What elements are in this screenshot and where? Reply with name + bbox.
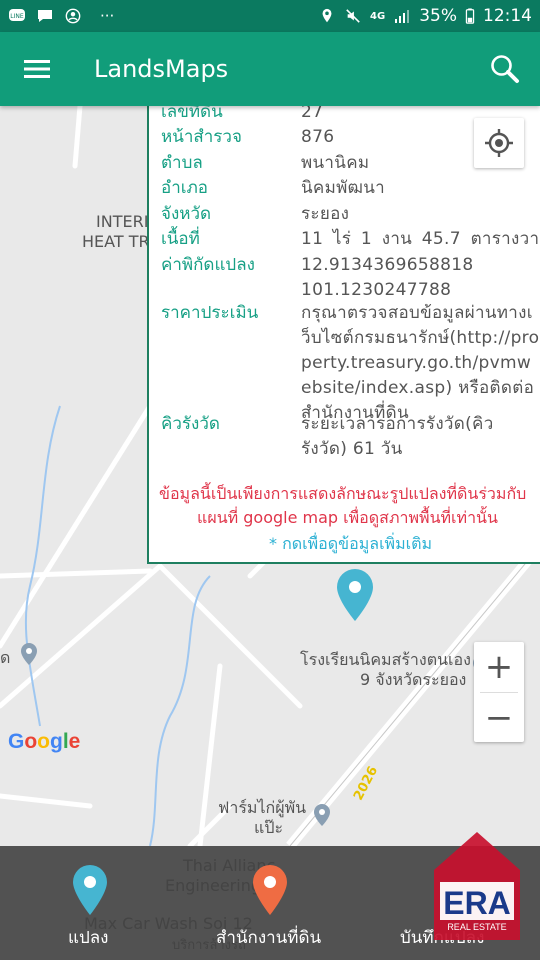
menu-button[interactable] <box>0 32 74 106</box>
nav-parcel[interactable]: แปลง <box>30 846 150 960</box>
crosshair-icon <box>485 129 513 157</box>
my-location-button[interactable] <box>474 118 524 168</box>
map-label-school-2: 9 จังหวัดระยอง <box>360 670 467 689</box>
info-row-coordinates: ค่าพิกัดแปลง 12.9134369658818 101.123024… <box>161 253 540 303</box>
info-row-province: จังหวัด ระยอง <box>161 202 540 227</box>
disclaimer-line-1: ข้อมูลนี้เป็นเพียงการแสดงลักษณะรูปแปลงที… <box>159 484 527 503</box>
map-label-heat-2: HEAT TR <box>82 232 150 251</box>
clock: 12:14 <box>483 6 532 26</box>
info-row-district: อำเภอ นิคมพัฒนา <box>161 176 540 201</box>
account-icon <box>65 8 81 24</box>
info-row-survey-queue: คิวรังวัด ระยะเวลารอการรังวัด(คิวรังวัด)… <box>161 412 540 462</box>
info-value: 12.9134369658818 101.1230247788 <box>301 255 474 300</box>
zoom-out-button[interactable]: − <box>474 693 524 743</box>
nav-label: สำนักงานที่ดิน <box>216 928 322 948</box>
map-label-school-1: โรงเรียนนิคมสร้างตนเอง <box>300 650 471 669</box>
info-value: นิคมพัฒนา <box>301 178 386 198</box>
map-view[interactable]: INTERI HEAT TR ด โรงเรียนนิคมสร้างตนเอง … <box>0 106 540 846</box>
map-poi-icon <box>21 643 37 665</box>
farm-poi-icon <box>314 804 330 826</box>
map-label-heat-1: INTERI <box>96 212 149 231</box>
orange-pin-icon <box>253 865 287 915</box>
google-logo: Google <box>8 730 81 753</box>
notification-app-icon: LINE <box>9 9 25 21</box>
svg-text:LINE: LINE <box>10 13 24 20</box>
battery-icon <box>465 8 475 24</box>
map-label-left: ด <box>0 648 11 667</box>
location-icon <box>322 8 332 23</box>
info-value: กรุณาตรวจสอบข้อมูลผ่านทางเว็บไซต์กรมธนาร… <box>301 303 540 423</box>
info-row-area: เนื้อที่ 11 ไร่ 1 งาน 45.7 ตารางวา <box>161 227 540 252</box>
info-key: เลขที่ดิน <box>161 106 223 122</box>
network-type: 4G <box>370 10 386 22</box>
map-label-farm-2: แป๊ะ <box>254 818 284 837</box>
info-key: อำเภอ <box>161 178 208 198</box>
info-value: ระยะเวลารอการรังวัด(คิวรังวัด) 61 วัน <box>301 414 494 459</box>
signal-icon <box>395 10 410 23</box>
nav-label: แปลง <box>68 928 109 948</box>
era-logo-icon: ERA REAL ESTATE <box>434 832 520 940</box>
zoom-in-button[interactable]: + <box>474 642 524 692</box>
search-button[interactable] <box>470 32 540 106</box>
info-value: ระยอง <box>301 204 350 224</box>
status-bar: LINE ··· 4G 35% 12:14 <box>0 0 540 32</box>
app-title: LandsMaps <box>94 55 229 83</box>
menu-icon <box>24 60 50 78</box>
info-key: คิวรังวัด <box>161 414 220 434</box>
mute-icon <box>346 9 360 23</box>
parcel-pin-icon[interactable] <box>336 568 374 622</box>
svg-text:ERA: ERA <box>443 885 511 921</box>
map-label-farm-1: ฟาร์มไก่ผู้พัน <box>218 798 307 817</box>
info-key: ราคาประเมิน <box>161 303 259 323</box>
info-key: ตำบล <box>161 153 203 173</box>
disclaimer-line-2: แผนที่ google map เพื่อดูสภาพพื้นที่เท่า… <box>197 508 498 527</box>
era-watermark: ERA REAL ESTATE <box>432 830 522 940</box>
nav-land-office[interactable]: สำนักงานที่ดิน <box>200 846 340 960</box>
search-icon <box>491 55 519 83</box>
info-key: จังหวัด <box>161 204 212 224</box>
message-icon <box>38 10 52 22</box>
info-value: 11 ไร่ 1 งาน 45.7 ตารางวา <box>301 229 540 249</box>
battery-percent: 35% <box>419 6 457 26</box>
info-key: หน้าสำรวจ <box>161 127 242 147</box>
svg-text:REAL ESTATE: REAL ESTATE <box>447 922 506 932</box>
zoom-controls: + − <box>474 642 524 742</box>
blue-pin-icon <box>73 865 107 915</box>
more-info-link[interactable]: * กดเพื่อดูข้อมูลเพิ่มเติม <box>269 532 432 556</box>
app-bar: LandsMaps <box>0 32 540 106</box>
info-row-appraisal: ราคาประเมิน กรุณาตรวจสอบข้อมูลผ่านทางเว็… <box>161 301 540 426</box>
parcel-info-panel[interactable]: เลขที่ดิน 27 หน้าสำรวจ 876 ตำบล พนานิคม … <box>147 106 540 564</box>
overflow-indicator: ··· <box>100 7 115 25</box>
info-key: ค่าพิกัดแปลง <box>161 255 255 275</box>
info-key: เนื้อที่ <box>161 229 200 249</box>
